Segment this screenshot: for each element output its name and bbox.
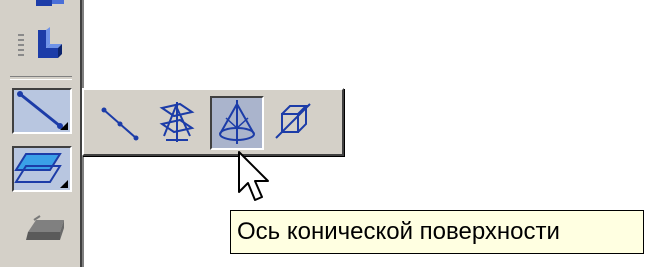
axis-through-edge-icon <box>275 103 311 139</box>
corner-profile-icon <box>18 27 62 58</box>
toolbar-separator <box>10 76 72 80</box>
tooltip: Ось конической поверхности <box>230 210 644 254</box>
axis-through-two-vertices-button[interactable] <box>94 96 148 150</box>
conical-surface-axis-button[interactable] <box>210 96 264 150</box>
solid-plate-icon <box>26 215 64 240</box>
auxiliary-axis-icon <box>17 91 68 130</box>
conical-surface-axis-icon <box>219 100 255 144</box>
axis-through-two-vertices-icon <box>101 107 139 141</box>
vertical-toolbar <box>0 0 84 267</box>
screenshot-stage: Ось конической поверхности <box>0 0 650 267</box>
axis-through-edge-button[interactable] <box>268 96 322 150</box>
mouse-cursor-icon <box>238 151 269 201</box>
auxiliary-plane-icon <box>14 153 68 188</box>
solid-plate-button[interactable] <box>12 206 72 252</box>
auxiliary-plane-button[interactable] <box>12 146 72 192</box>
plane-tool-icon <box>36 0 64 6</box>
corner-profile-button[interactable] <box>12 22 72 68</box>
axis-intersection-of-planes-icon <box>159 102 195 142</box>
axis-flyout-toolbar <box>82 88 344 156</box>
auxiliary-axis-button[interactable] <box>12 88 72 134</box>
axis-intersection-of-planes-button[interactable] <box>150 96 204 150</box>
